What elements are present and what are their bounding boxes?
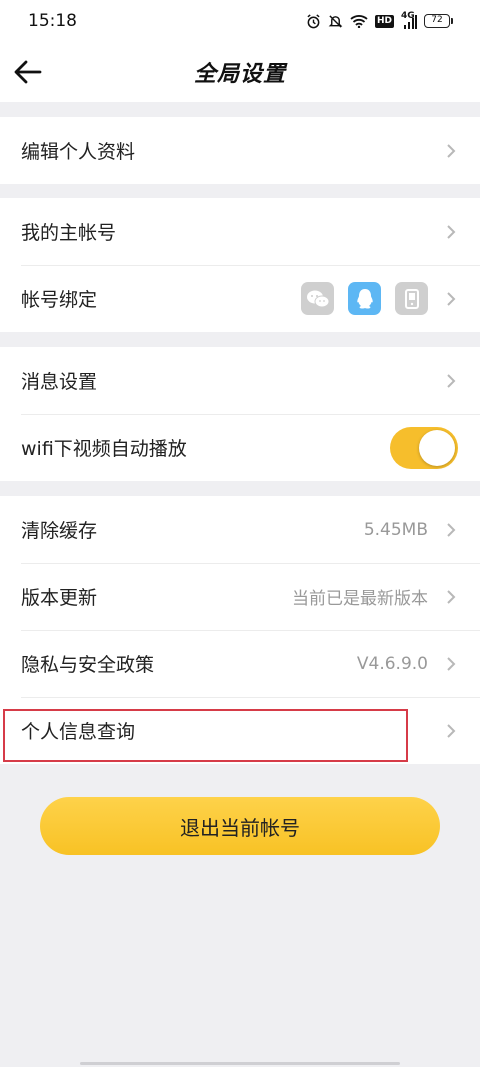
row-clear-cache[interactable]: 清除缓存 5.45MB — [0, 496, 480, 563]
status-icons: HD 4G 72 — [306, 10, 453, 29]
phone-icon[interactable] — [395, 282, 428, 315]
version-status: 当前已是最新版本 — [292, 589, 428, 609]
chevron-right-icon — [446, 723, 456, 739]
row-wifi-autoplay: wifi下视频自动播放 — [0, 414, 480, 481]
header: 全局设置 — [0, 42, 480, 102]
chevron-right-icon — [446, 291, 456, 307]
alarm-icon — [306, 13, 321, 29]
highlight-box — [3, 709, 408, 762]
binding-icons — [301, 282, 428, 315]
cache-size: 5.45MB — [363, 519, 428, 540]
gesture-bar — [80, 1062, 400, 1065]
chevron-right-icon — [446, 224, 456, 240]
back-button[interactable] — [14, 58, 46, 86]
qq-icon[interactable] — [348, 282, 381, 315]
row-version-update[interactable]: 版本更新 当前已是最新版本 — [0, 563, 480, 630]
logout-button[interactable]: 退出当前帐号 — [40, 797, 440, 855]
row-message-settings[interactable]: 消息设置 — [0, 347, 480, 414]
status-time: 15:18 — [28, 11, 77, 31]
battery-icon: 72 — [424, 14, 453, 28]
app-version: V4.6.9.0 — [356, 653, 428, 674]
row-label: 清除缓存 — [21, 520, 98, 542]
row-account-binding[interactable]: 帐号绑定 — [0, 265, 480, 332]
row-label: 消息设置 — [21, 371, 98, 393]
row-privacy-policy[interactable]: 隐私与安全政策 V4.6.9.0 — [0, 630, 480, 697]
back-arrow-icon — [14, 60, 42, 84]
hd-badge: HD — [374, 14, 394, 28]
chevron-right-icon — [446, 589, 456, 605]
row-label: 帐号绑定 — [21, 289, 98, 311]
row-edit-profile[interactable]: 编辑个人资料 — [0, 117, 480, 184]
chevron-right-icon — [446, 656, 456, 672]
row-label: 编辑个人资料 — [21, 141, 136, 163]
network-label: 4G — [401, 10, 415, 21]
page-title: 全局设置 — [193, 62, 286, 87]
wifi-icon — [350, 14, 368, 28]
signal-icon: 4G — [401, 10, 417, 29]
mute-bell-icon — [328, 14, 343, 29]
row-label: 我的主帐号 — [21, 222, 117, 244]
toggle-knob — [419, 429, 455, 466]
section-account: 我的主帐号 帐号绑定 — [0, 198, 480, 332]
chevron-right-icon — [446, 522, 456, 538]
section-profile: 编辑个人资料 — [0, 117, 480, 184]
row-label: wifi下视频自动播放 — [21, 438, 187, 460]
wechat-icon[interactable] — [301, 282, 334, 315]
section-notifications: 消息设置 wifi下视频自动播放 — [0, 347, 480, 481]
row-main-account[interactable]: 我的主帐号 — [0, 198, 480, 265]
chevron-right-icon — [446, 373, 456, 389]
row-label: 隐私与安全政策 — [21, 654, 155, 676]
chevron-right-icon — [446, 143, 456, 159]
row-label: 版本更新 — [21, 587, 98, 609]
wifi-autoplay-toggle[interactable] — [390, 426, 458, 469]
status-bar: 15:18 HD 4G 72 — [0, 0, 480, 42]
